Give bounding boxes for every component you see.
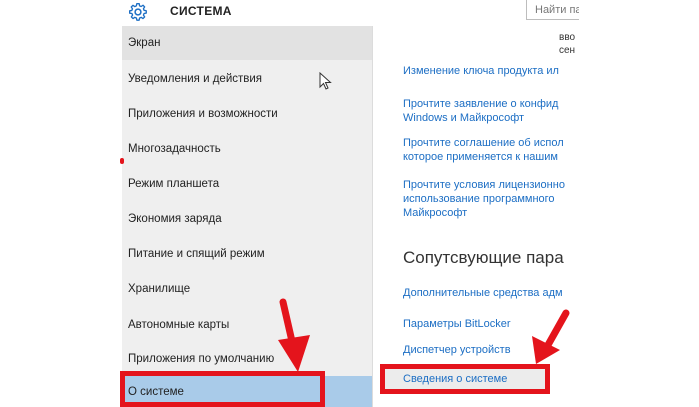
admin-tools-link[interactable]: Дополнительные средства адм (403, 286, 563, 300)
sidebar: Экран Уведомления и действия Приложения … (122, 26, 373, 407)
sidebar-item-battery-saver[interactable]: Экономия заряда (122, 202, 372, 236)
sidebar-item-notifications[interactable]: Уведомления и действия (122, 62, 372, 96)
header: СИСТЕМА (122, 0, 579, 26)
device-manager-link[interactable]: Диспетчер устройств (403, 343, 511, 357)
sidebar-item-power-sleep[interactable]: Питание и спящий режим (122, 237, 372, 271)
content-pane: вво сен Изменение ключа продукта ил Проч… (373, 26, 579, 407)
related-settings-heading: Сопутсвующие пара (403, 248, 564, 267)
settings-window: СИСТЕМА Экран Уведомления и действия При… (122, 0, 579, 407)
truncated-text: вво (559, 32, 576, 43)
sidebar-item-about[interactable]: О системе (122, 376, 372, 407)
search-input[interactable] (526, 0, 579, 20)
bitlocker-settings-link[interactable]: Параметры BitLocker (403, 317, 511, 331)
mouse-cursor-icon (319, 72, 332, 90)
sidebar-item-offline-maps[interactable]: Автономные карты (122, 308, 372, 342)
edge-marker (120, 158, 124, 164)
change-product-key-link[interactable]: Изменение ключа продукта ил (403, 64, 559, 78)
sidebar-item-display[interactable]: Экран (122, 26, 372, 60)
truncated-text: сен (559, 45, 576, 56)
sidebar-item-tablet-mode[interactable]: Режим планшета (122, 167, 372, 201)
license-terms-link[interactable]: Прочтите условия лицензионно использован… (403, 178, 565, 220)
sidebar-item-default-apps[interactable]: Приложения по умолчанию (122, 342, 372, 376)
gear-icon (129, 3, 147, 21)
system-info-link[interactable]: Сведения о системе (403, 372, 507, 386)
sidebar-item-storage[interactable]: Хранилище (122, 272, 372, 306)
sidebar-item-apps[interactable]: Приложения и возможности (122, 97, 372, 131)
privacy-statement-link[interactable]: Прочтите заявление о конфид Windows и Ма… (403, 97, 558, 125)
services-agreement-link[interactable]: Прочтите соглашение об испол которое при… (403, 136, 564, 164)
sidebar-item-multitasking[interactable]: Многозадачность (122, 132, 372, 166)
page-title: СИСТЕМА (170, 4, 232, 18)
